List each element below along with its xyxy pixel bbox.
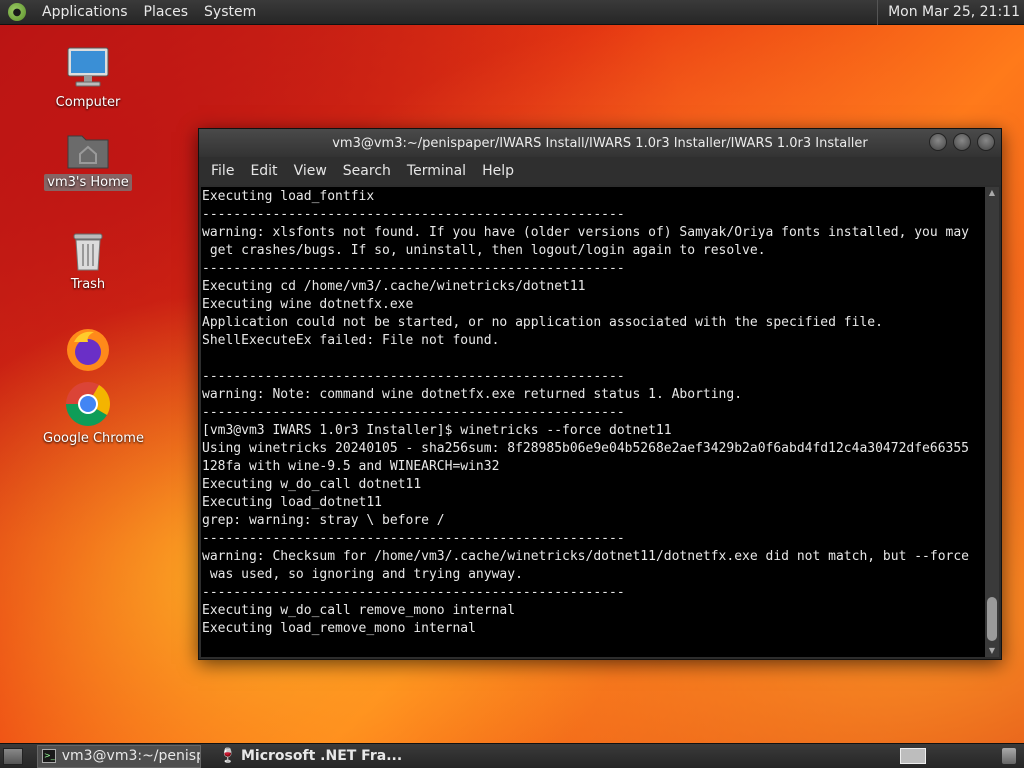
chrome-icon xyxy=(64,380,112,428)
window-controls xyxy=(929,133,995,151)
terminal-icon: >_ xyxy=(42,749,56,763)
show-desktop-button[interactable] xyxy=(3,747,23,765)
taskbar-item-dotnet[interactable]: 🍷 Microsoft .NET Fra... xyxy=(215,745,406,768)
top-panel: ● Applications Places System Mon Mar 25,… xyxy=(0,0,1024,25)
scrollbar-thumb[interactable] xyxy=(987,597,997,641)
terminal-window[interactable]: vm3@vm3:~/penispaper/IWARS Install/IWARS… xyxy=(198,128,1002,660)
terminal-output[interactable]: Executing load_fontfix -----------------… xyxy=(201,187,985,657)
bottom-panel: >_ vm3@vm3:~/penisp... 🍷 Microsoft .NET … xyxy=(0,743,1024,768)
window-title: vm3@vm3:~/penispaper/IWARS Install/IWARS… xyxy=(332,135,868,151)
desktop-icon-computer[interactable]: Computer xyxy=(40,44,136,111)
terminal-titlebar[interactable]: vm3@vm3:~/penispaper/IWARS Install/IWARS… xyxy=(199,129,1001,157)
taskbar-label-terminal: vm3@vm3:~/penisp... xyxy=(61,748,200,764)
desktop-label-chrome: Google Chrome xyxy=(43,431,144,446)
terminal-scrollbar[interactable]: ▲ ▼ xyxy=(985,187,999,657)
desktop-label-computer: Computer xyxy=(55,95,121,110)
desktop-label-trash: Trash xyxy=(70,277,106,292)
scroll-up-arrow-icon[interactable]: ▲ xyxy=(985,187,999,199)
wine-icon: 🍷 xyxy=(219,748,237,764)
terminal-menubar: File Edit View Search Terminal Help xyxy=(199,157,1001,185)
desktop-icon-chrome[interactable]: Google Chrome xyxy=(40,380,144,447)
desktop-label-home: vm3's Home xyxy=(44,174,132,191)
taskbar-label-dotnet: Microsoft .NET Fra... xyxy=(241,748,403,764)
firefox-icon xyxy=(64,326,112,374)
menu-edit[interactable]: Edit xyxy=(242,157,285,185)
taskbar-item-terminal[interactable]: >_ vm3@vm3:~/penisp... xyxy=(37,744,201,768)
trash-applet-icon[interactable] xyxy=(1002,748,1016,764)
home-folder-icon xyxy=(64,126,112,172)
desktop-icon-home[interactable]: vm3's Home xyxy=(40,126,136,191)
close-button[interactable] xyxy=(977,133,995,151)
desktop-icon-trash[interactable]: Trash xyxy=(40,228,136,293)
maximize-button[interactable] xyxy=(953,133,971,151)
menu-view[interactable]: View xyxy=(286,157,335,185)
computer-icon xyxy=(64,44,112,92)
terminal-text: Executing load_fontfix -----------------… xyxy=(202,189,970,636)
clock[interactable]: Mon Mar 25, 21:11 xyxy=(877,0,1020,25)
main-menu-logo-icon[interactable]: ● xyxy=(8,3,26,21)
scroll-down-arrow-icon[interactable]: ▼ xyxy=(985,645,999,657)
places-menu[interactable]: Places xyxy=(136,0,197,25)
minimize-button[interactable] xyxy=(929,133,947,151)
system-menu[interactable]: System xyxy=(196,0,264,25)
menu-help[interactable]: Help xyxy=(474,157,522,185)
menu-search[interactable]: Search xyxy=(335,157,399,185)
trash-icon xyxy=(68,228,108,274)
applications-menu[interactable]: Applications xyxy=(34,0,136,25)
desktop-icon-firefox[interactable] xyxy=(40,326,136,374)
menu-terminal[interactable]: Terminal xyxy=(399,157,474,185)
workspace-switcher[interactable] xyxy=(900,748,926,764)
menu-file[interactable]: File xyxy=(203,157,242,185)
